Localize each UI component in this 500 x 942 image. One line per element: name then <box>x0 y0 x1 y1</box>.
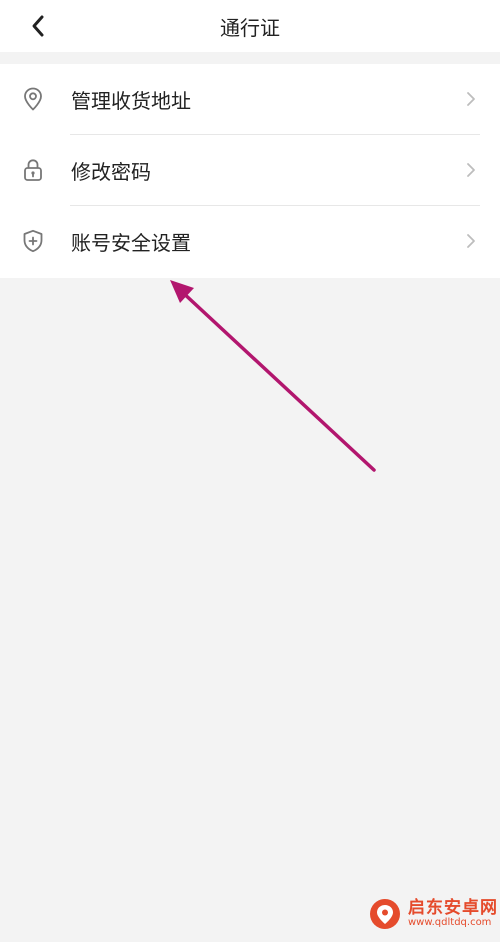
menu-item-account-security[interactable]: 账号安全设置 <box>0 206 500 277</box>
watermark-logo: 启东安卓网 www.qdltdq.com <box>368 886 500 942</box>
chevron-right-icon <box>467 234 475 248</box>
nav-bar: 通行证 <box>0 0 500 52</box>
shield-plus-icon <box>23 229 43 253</box>
watermark-url: www.qdltdq.com <box>408 916 492 928</box>
watermark-name: 启东安卓网 <box>408 897 498 918</box>
chevron-right-icon <box>467 92 475 106</box>
lock-icon <box>24 159 42 181</box>
menu-item-label: 管理收货地址 <box>71 89 191 113</box>
location-pin-icon <box>24 87 42 111</box>
menu-item-label: 账号安全设置 <box>71 231 191 255</box>
logo-icon <box>370 899 400 929</box>
chevron-right-icon <box>467 163 475 177</box>
menu-item-change-password[interactable]: 修改密码 <box>0 135 500 206</box>
page-title: 通行证 <box>220 16 280 40</box>
settings-menu: 管理收货地址 修改密码 账号安全设置 <box>0 64 500 278</box>
menu-item-manage-address[interactable]: 管理收货地址 <box>0 64 500 135</box>
menu-item-label: 修改密码 <box>71 160 151 184</box>
